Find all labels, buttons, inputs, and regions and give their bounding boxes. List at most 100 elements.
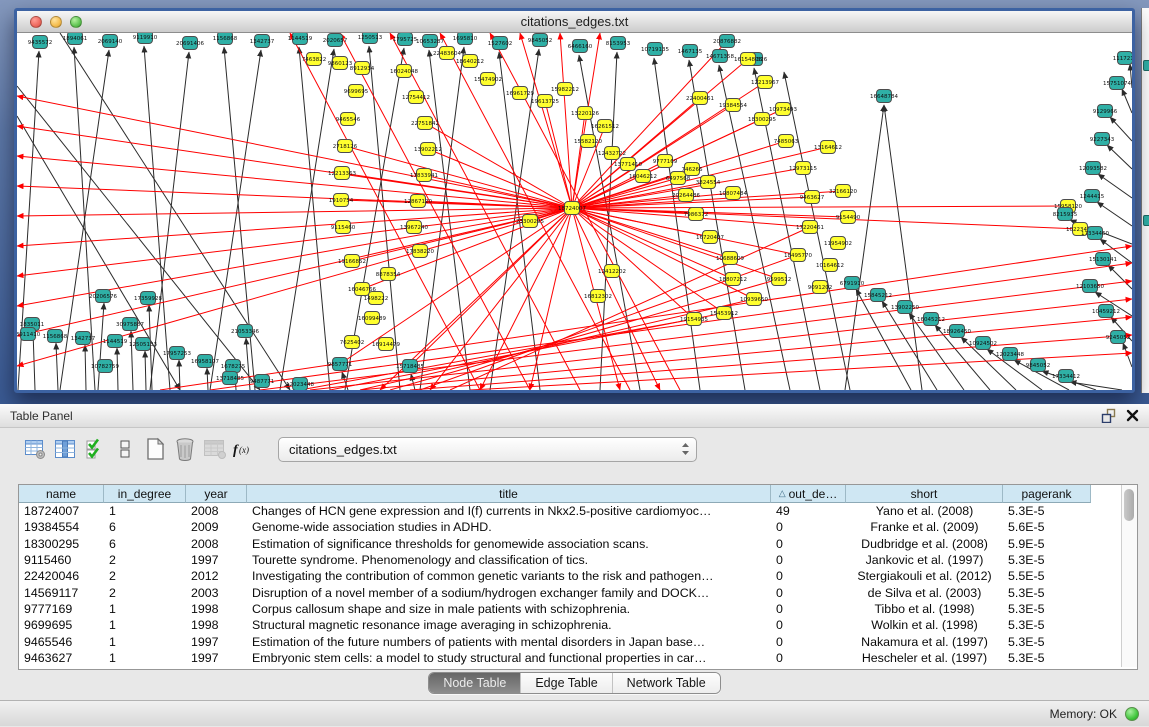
- graph-node[interactable]: 7485063: [774, 135, 799, 148]
- graph-node[interactable]: 17334412: [1052, 370, 1080, 383]
- close-window-button[interactable]: [30, 16, 42, 28]
- tab-node-table[interactable]: Node Table: [429, 673, 520, 693]
- column-header-short[interactable]: short: [846, 485, 1003, 503]
- graph-node[interactable]: 9435572: [28, 36, 53, 49]
- graph-node[interactable]: 10653287: [416, 35, 444, 48]
- graph-node[interactable]: 12093582: [1079, 162, 1107, 175]
- tab-edge-table[interactable]: Edge Table: [520, 673, 611, 693]
- table-row[interactable]: 977716911998Corpus callosum shape and si…: [19, 601, 1137, 617]
- graph-node[interactable]: 10688609: [716, 252, 744, 265]
- graph-node[interactable]: 6791910: [840, 277, 865, 290]
- graph-node[interactable]: 9845052: [1026, 359, 1051, 372]
- graph-node[interactable]: 1467135: [678, 45, 703, 58]
- graph-node[interactable]: 1156868: [213, 33, 238, 45]
- graph-node[interactable]: 22483604: [433, 47, 461, 60]
- graph-node[interactable]: 20206576: [89, 290, 117, 303]
- graph-node[interactable]: 16045212: [917, 313, 945, 326]
- table-row[interactable]: 911546021997Tourette syndrome. Phenomeno…: [19, 552, 1137, 568]
- graph-node[interactable]: 9091202: [808, 281, 833, 294]
- graph-node[interactable]: 22400461: [686, 92, 714, 105]
- column-header-in_degree[interactable]: in_degree: [104, 485, 186, 503]
- graph-node[interactable]: 1117212: [1113, 52, 1132, 65]
- graph-node[interactable]: 16046212: [629, 170, 657, 183]
- graph-node[interactable]: 14671358: [706, 50, 734, 63]
- graph-node[interactable]: 12754412: [402, 91, 430, 104]
- network-canvas[interactable]: 9435572189406120691409119910206914061156…: [17, 33, 1132, 390]
- graph-node[interactable]: 19154935: [680, 313, 708, 326]
- graph-node[interactable]: 12973115: [789, 162, 817, 175]
- graph-node[interactable]: 15474902: [474, 73, 502, 86]
- graph-node[interactable]: 10719135: [641, 43, 669, 56]
- graph-node[interactable]: 7625402: [340, 336, 365, 349]
- graph-node[interactable]: 2718126: [333, 140, 358, 153]
- graph-node[interactable]: 9599512: [767, 273, 792, 286]
- graph-node[interactable]: 16024048: [390, 65, 418, 78]
- graph-node[interactable]: 16812302: [584, 290, 612, 303]
- graph-node[interactable]: 16961729: [506, 87, 534, 100]
- graph-node[interactable]: 20876882: [713, 35, 741, 48]
- graph-node[interactable]: 12412202: [598, 265, 626, 278]
- graph-node[interactable]: 15751074: [1103, 77, 1131, 90]
- graph-node[interactable]: 7463822: [302, 53, 327, 66]
- table-row[interactable]: 2242004622012Investigating the contribut…: [19, 568, 1137, 584]
- graph-node[interactable]: 6466160: [568, 40, 593, 53]
- graph-node[interactable]: 8153953: [606, 37, 631, 50]
- float-panel-icon[interactable]: [1101, 408, 1116, 423]
- graph-node[interactable]: 20691406: [176, 37, 204, 50]
- graph-node[interactable]: 9845052: [528, 34, 553, 47]
- table-settings-icon[interactable]: [20, 435, 50, 463]
- graph-node[interactable]: 15582120: [574, 135, 602, 148]
- table-row[interactable]: 1456911722003Disruption of a novel membe…: [19, 584, 1137, 600]
- column-header-title[interactable]: title: [247, 485, 771, 503]
- table-row[interactable]: 1938455462009Genome-wide association stu…: [19, 519, 1137, 535]
- graph-node[interactable]: 12505133: [129, 338, 157, 351]
- graph-node[interactable]: 32166120: [829, 185, 857, 198]
- graph-node[interactable]: 1144519: [288, 33, 313, 45]
- zoom-window-button[interactable]: [70, 16, 82, 28]
- graph-node[interactable]: 12213967: [751, 76, 779, 89]
- table-row[interactable]: 1872400712008Changes of HCN gene express…: [19, 503, 1137, 519]
- delete-icon[interactable]: [170, 435, 200, 463]
- graph-node[interactable]: 16099489: [358, 312, 386, 325]
- graph-node[interactable]: 19613725: [531, 95, 559, 108]
- function-builder-icon[interactable]: f (x): [230, 435, 260, 463]
- graph-node[interactable]: 17359928: [134, 292, 162, 305]
- close-panel-icon[interactable]: [1126, 409, 1139, 422]
- graph-node[interactable]: 9227343: [1090, 133, 1115, 146]
- graph-node[interactable]: 8878354: [376, 268, 401, 281]
- tab-network-table[interactable]: Network Table: [612, 673, 720, 693]
- graph-node[interactable]: 12867120: [404, 195, 432, 208]
- table-row[interactable]: 1830029562008Estimation of significance …: [19, 536, 1137, 552]
- graph-node[interactable]: 13967240: [400, 221, 428, 234]
- graph-node[interactable]: 1244415: [1080, 190, 1105, 203]
- row-select-icon[interactable]: [80, 435, 110, 463]
- graph-node[interactable]: 9115460: [331, 221, 356, 234]
- table-scrollbar-thumb[interactable]: [1124, 489, 1134, 521]
- graph-node[interactable]: 13164612: [814, 141, 842, 154]
- graph-node[interactable]: 1695810: [453, 33, 478, 45]
- graph-node[interactable]: 16261512: [591, 120, 619, 133]
- graph-node[interactable]: 1342737: [250, 35, 275, 48]
- graph-node[interactable]: 1144519: [103, 335, 128, 348]
- new-document-icon[interactable]: [140, 435, 170, 463]
- graph-node[interactable]: 2069140: [98, 35, 123, 48]
- graph-node[interactable]: 13718485: [216, 372, 244, 385]
- graph-node[interactable]: 16648784: [870, 90, 898, 103]
- graph-node[interactable]: 2020657: [323, 34, 348, 47]
- graph-node[interactable]: 12213363: [328, 167, 356, 180]
- graph-node[interactable]: 15130141: [1089, 253, 1117, 266]
- column-select-icon[interactable]: [50, 435, 80, 463]
- memory-status-icon[interactable]: [1125, 707, 1139, 721]
- table-vertical-scrollbar[interactable]: [1121, 485, 1137, 667]
- graph-node[interactable]: 9129966: [1093, 105, 1118, 118]
- table-row[interactable]: 946362711997Embryonic stem cells: a mode…: [19, 650, 1137, 666]
- citation-network-graph[interactable]: 9435572189406120691409119910206914061156…: [17, 33, 1132, 390]
- column-header-pagerank[interactable]: pagerank: [1003, 485, 1091, 503]
- graph-node[interactable]: 9465546: [336, 113, 361, 126]
- graph-node[interactable]: 12103650: [1076, 280, 1104, 293]
- graph-node[interactable]: 10164612: [816, 259, 844, 272]
- graph-node[interactable]: 9699695: [344, 85, 369, 98]
- graph-node[interactable]: 1678275: [221, 360, 246, 373]
- graph-node[interactable]: 1795725: [393, 33, 418, 46]
- graph-node[interactable]: 15982212: [551, 83, 579, 96]
